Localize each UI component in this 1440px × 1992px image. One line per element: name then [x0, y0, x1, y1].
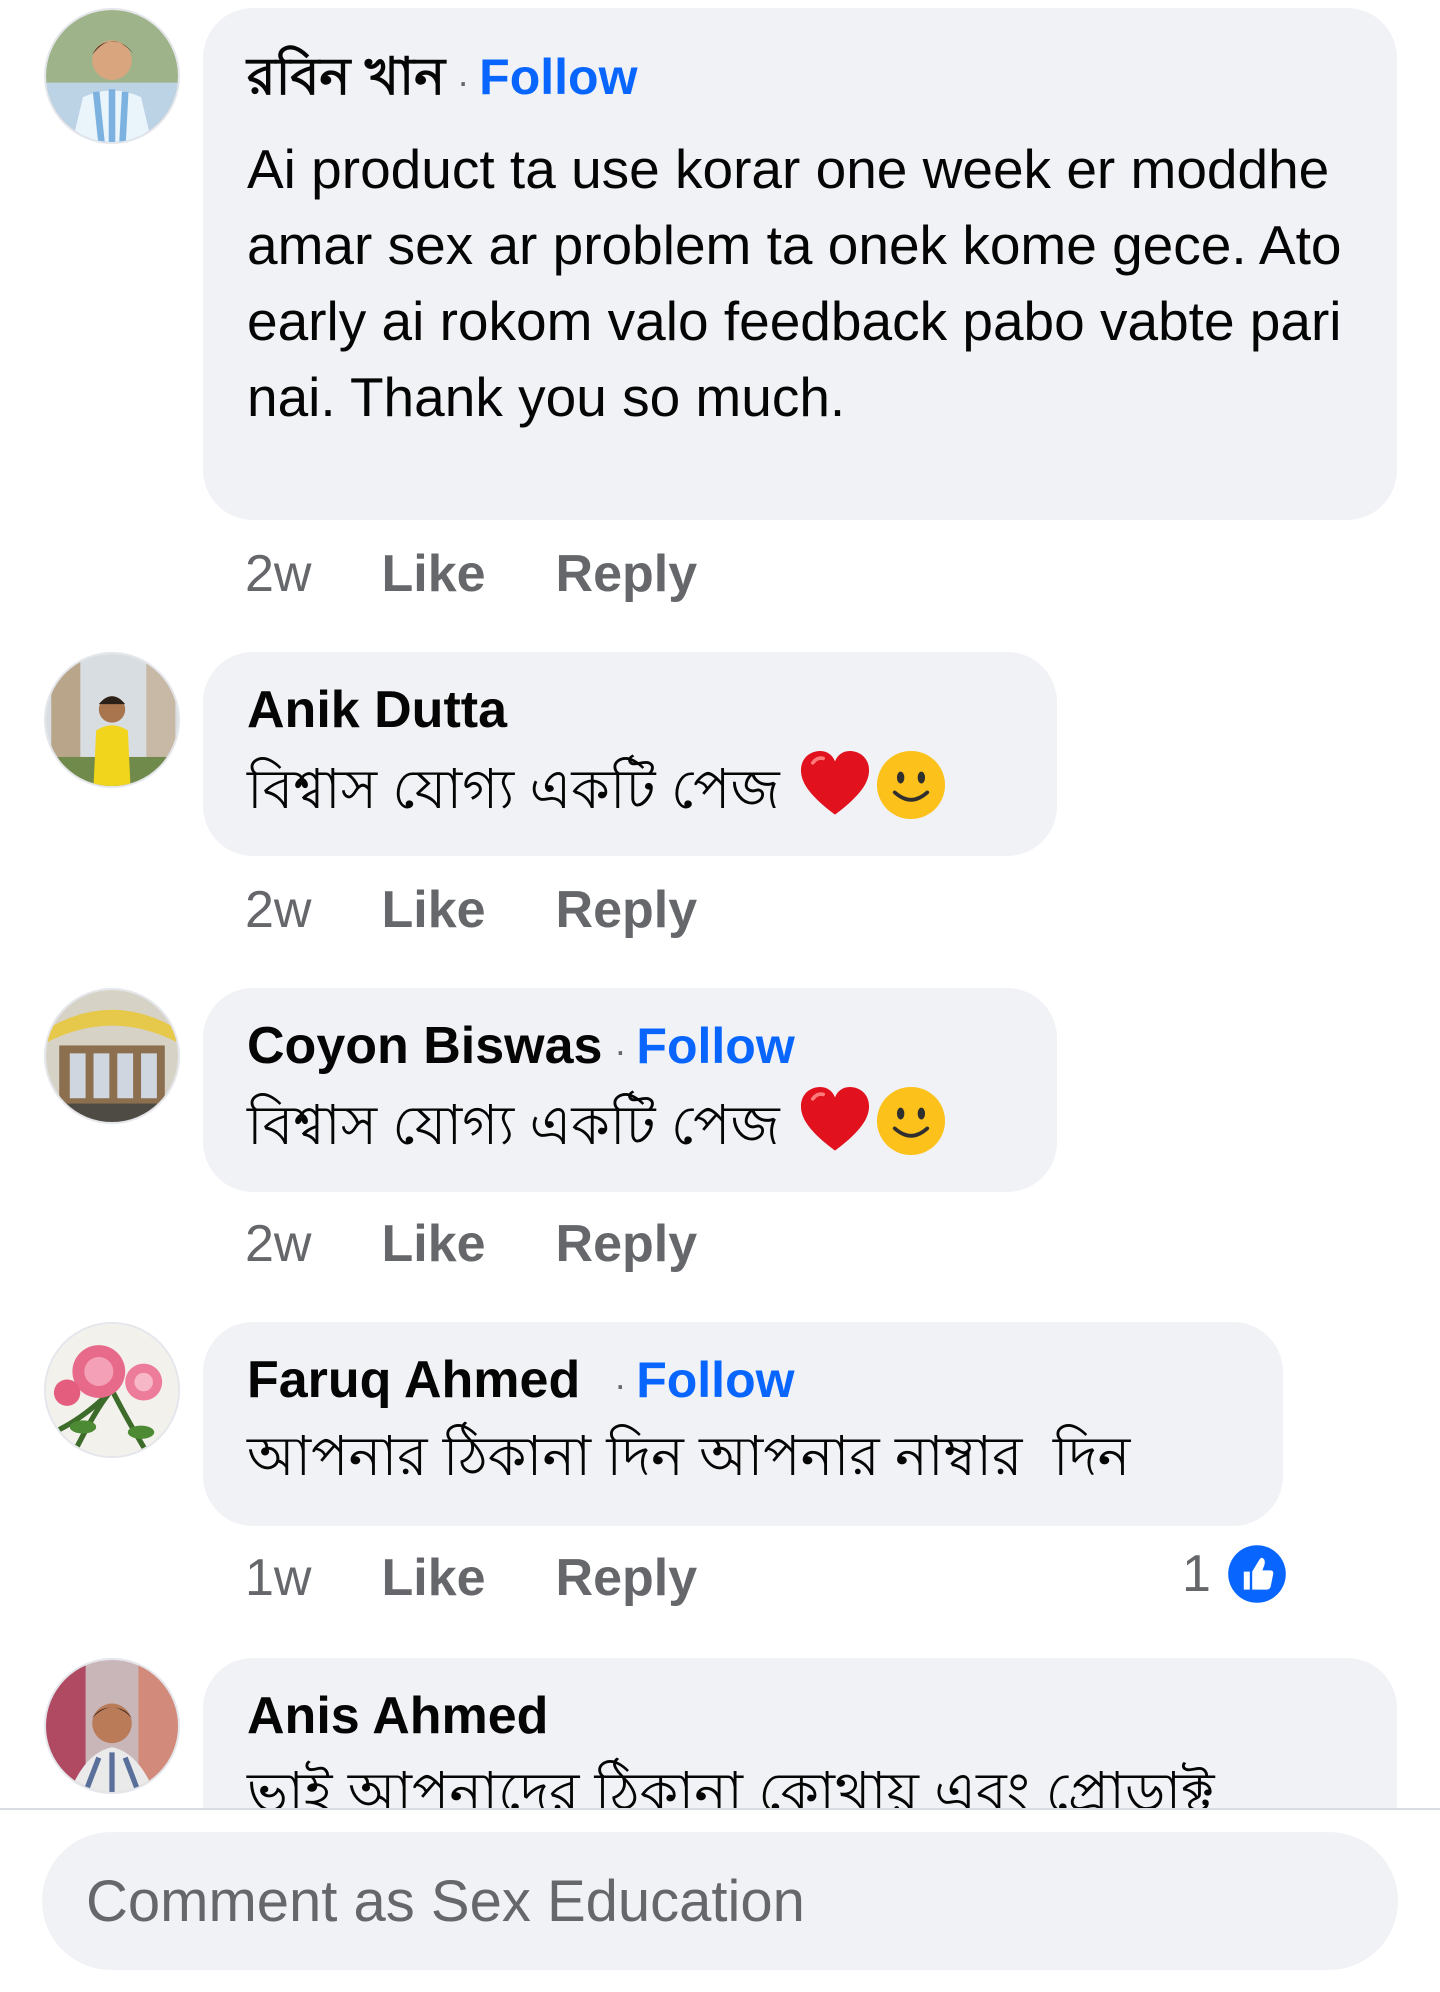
comment-actions: 1w Like Reply — [245, 1548, 697, 1608]
smiling-face-icon — [876, 750, 945, 820]
reply-button[interactable]: Reply — [556, 880, 698, 940]
red-heart-icon — [800, 750, 869, 815]
author-name[interactable]: Faruq Ahmed — [247, 1350, 580, 1410]
like-button[interactable]: Like — [381, 880, 485, 940]
comment-input[interactable]: Comment as Sex Education — [42, 1832, 1398, 1970]
profile-photo-icon — [46, 990, 178, 1122]
timestamp[interactable]: 1w — [245, 1548, 311, 1608]
profile-photo-icon — [46, 654, 178, 786]
reply-button[interactable]: Reply — [556, 544, 698, 604]
like-icon — [1228, 1545, 1286, 1603]
divider — [0, 1808, 1440, 1810]
avatar[interactable] — [44, 988, 180, 1124]
reply-button[interactable]: Reply — [556, 1548, 698, 1608]
timestamp[interactable]: 2w — [245, 880, 311, 940]
comment-bubble: Faruq Ahmed · Follow আপনার ঠিকানা দিন আপ… — [203, 1322, 1283, 1526]
author-name[interactable]: Coyon Biswas — [247, 1016, 602, 1076]
comment-text: Ai product ta use korar one week er modd… — [247, 138, 1342, 428]
comment-text: বিশ্বাস যোগ্য একটি পেজ — [247, 1094, 780, 1156]
comment-actions: 2w Like Reply — [245, 1214, 697, 1274]
comment-text: বিশ্বাস যোগ্য একটি পেজ — [247, 758, 780, 820]
profile-photo-icon — [46, 1660, 178, 1792]
follow-button[interactable]: Follow — [636, 1017, 794, 1075]
smiling-face-icon — [876, 1086, 945, 1156]
timestamp[interactable]: 2w — [245, 544, 311, 604]
comment-bubble: Coyon Biswas · Follow বিশ্বাস যোগ্য একটি… — [203, 988, 1057, 1192]
author-name[interactable]: রবিন খান — [247, 36, 445, 123]
separator-dot: · — [614, 1030, 627, 1071]
comment-input-placeholder: Comment as Sex Education — [86, 1868, 805, 1934]
reaction-count: 1 — [1182, 1545, 1211, 1603]
like-button[interactable]: Like — [381, 1214, 485, 1274]
like-button[interactable]: Like — [381, 544, 485, 604]
avatar[interactable] — [44, 1658, 180, 1794]
author-name[interactable]: Anis Ahmed — [247, 1686, 548, 1746]
comment-actions: 2w Like Reply — [245, 880, 697, 940]
follow-button[interactable]: Follow — [479, 48, 637, 106]
reply-button[interactable]: Reply — [556, 1214, 698, 1274]
red-heart-icon — [800, 1086, 869, 1151]
separator-dot: · — [457, 61, 470, 102]
comment-bubble: রবিন খান · Follow Ai product ta use kora… — [203, 8, 1397, 520]
avatar[interactable] — [44, 1322, 180, 1458]
timestamp[interactable]: 2w — [245, 1214, 311, 1274]
comment-text: আপনার ঠিকানা দিন আপনার নাম্বার দিন — [247, 1425, 1131, 1487]
like-button[interactable]: Like — [381, 1548, 485, 1608]
profile-photo-icon — [46, 1324, 178, 1456]
comment-actions: 2w Like Reply — [245, 544, 697, 604]
profile-photo-icon — [46, 10, 178, 142]
separator-dot: · — [614, 1364, 627, 1405]
author-name[interactable]: Anik Dutta — [247, 680, 507, 740]
comment-bubble: Anik Dutta বিশ্বাস যোগ্য একটি পেজ — [203, 652, 1057, 856]
avatar[interactable] — [44, 8, 180, 144]
follow-button[interactable]: Follow — [636, 1351, 794, 1409]
reaction-summary[interactable]: 1 — [1182, 1544, 1287, 1604]
avatar[interactable] — [44, 652, 180, 788]
